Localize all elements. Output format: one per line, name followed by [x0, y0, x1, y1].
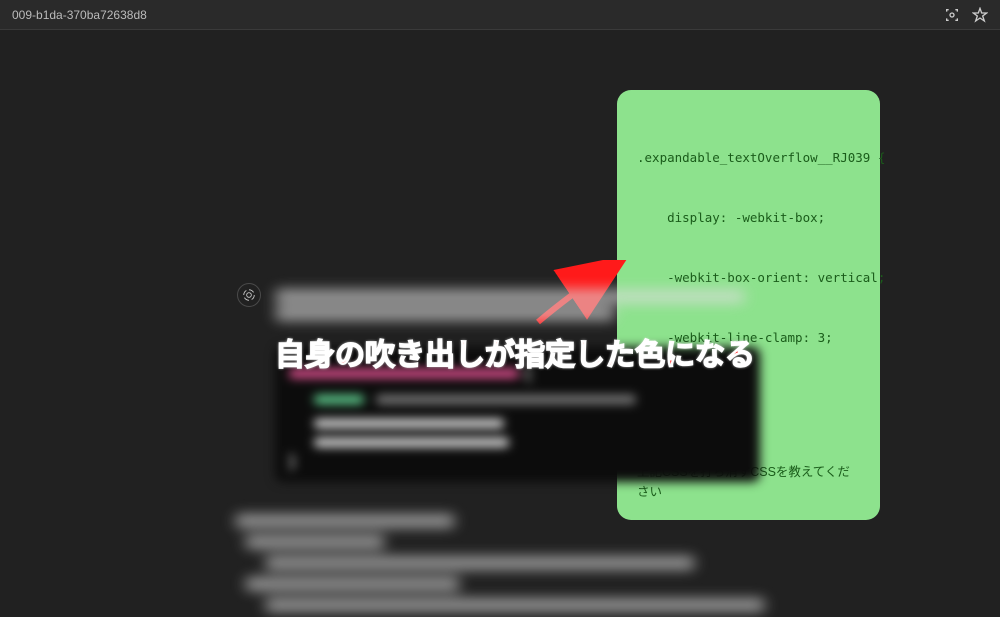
browser-address-bar: 009-b1da-370ba72638d8: [0, 0, 1000, 30]
code-line: .expandable_textOverflow__RJ039 {: [637, 148, 860, 168]
ai-response-blurred: [275, 285, 760, 325]
ai-code-block-blurred: { }: [275, 347, 760, 482]
camera-frame-icon[interactable]: [944, 7, 960, 23]
browser-actions: [944, 7, 988, 23]
main-content: .expandable_textOverflow__RJ039 { displa…: [0, 30, 1000, 617]
ai-response-lower-blurred: [235, 505, 765, 617]
code-line: display: -webkit-box;: [637, 208, 860, 228]
url-fragment: 009-b1da-370ba72638d8: [12, 8, 147, 22]
code-line: -webkit-line-clamp: 3;: [637, 328, 860, 348]
ai-avatar-icon: [237, 283, 261, 307]
star-icon[interactable]: [972, 7, 988, 23]
